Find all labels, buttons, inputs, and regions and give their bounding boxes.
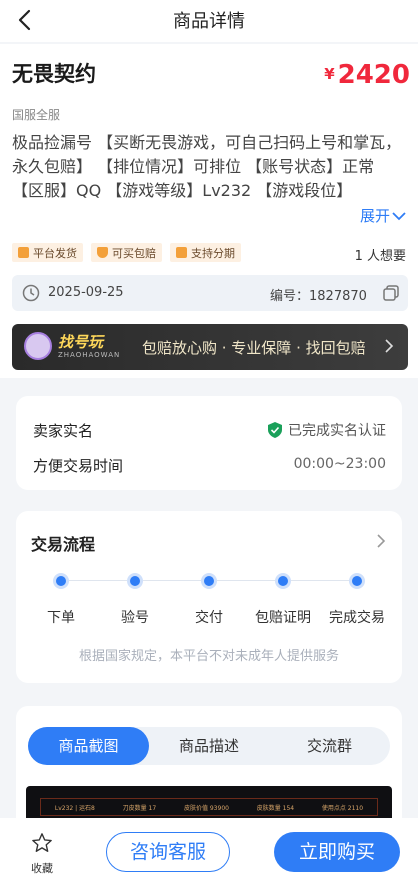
listing-info-bar: 2025-09-25 编号：1827870 — [12, 275, 408, 311]
trade-time-label: 方便交易时间 — [33, 457, 124, 475]
tag-platform-delivery: 平台发货 — [12, 243, 83, 262]
chevron-right-icon — [385, 339, 394, 353]
step-connector — [69, 580, 127, 581]
banner-slogan: 包赔放心购 · 专业保障 · 找回包赔 — [142, 339, 366, 357]
product-title: 无畏契约 — [12, 62, 96, 86]
step-dot — [201, 573, 217, 589]
nav-bar: 商品详情 — [0, 0, 418, 42]
step-dot — [275, 573, 291, 589]
heart-badge-icon — [18, 247, 29, 258]
verified-shield-icon — [268, 422, 282, 438]
step-label: 验号 — [121, 610, 149, 626]
banner-brand: 找号玩 — [58, 333, 104, 351]
tag-installment: 支持分期 — [170, 243, 241, 262]
mascot-logo-icon — [24, 332, 52, 360]
step-connector — [143, 580, 201, 581]
page-title: 商品详情 — [173, 11, 245, 32]
product-description: 极品捡漏号 【买断无畏游戏，可自己扫码上号和掌瓦，永久包赔】 【排位情况】可排位… — [12, 133, 402, 200]
guarantee-banner[interactable]: 找号玩 ZHAOHAOWAN 包赔放心购 · 专业保障 · 找回包赔 — [12, 324, 408, 370]
buy-now-button[interactable]: 立即购买 — [274, 832, 400, 872]
step-connector — [217, 580, 275, 581]
clock-icon — [22, 284, 40, 302]
listing-code: 编号：1827870 — [270, 289, 367, 304]
seller-card: 卖家实名 已完成实名认证 方便交易时间 00:00~23:00 — [16, 396, 402, 490]
product-price: ¥2420 — [324, 60, 410, 90]
favorite-label: 收藏 — [31, 862, 53, 875]
verification-status: 已完成实名认证 — [268, 420, 386, 440]
tab-description[interactable]: 商品描述 — [149, 727, 269, 765]
chevron-right-icon[interactable] — [376, 533, 386, 549]
feature-tags: 平台发货 可买包赔 支持分期 — [12, 243, 241, 262]
step-label: 完成交易 — [329, 610, 385, 626]
step-label: 交付 — [195, 610, 223, 626]
want-count: 1 人想要 — [354, 249, 406, 264]
trade-time-value: 00:00~23:00 — [293, 456, 386, 472]
step-connector — [291, 580, 349, 581]
trade-process-card: 交易流程 下单 验号 交付 包赔证明 完成交易 根据国家规定，本平台不对未成年人… — [16, 511, 402, 683]
tab-screenshots[interactable]: 商品截图 — [28, 727, 149, 765]
process-title: 交易流程 — [31, 535, 96, 554]
card-icon — [176, 247, 187, 258]
step-dot — [127, 573, 143, 589]
step-dot — [53, 573, 69, 589]
tab-group[interactable]: 交流群 — [269, 727, 390, 765]
expand-button[interactable]: 展开 — [360, 205, 406, 226]
star-icon — [32, 833, 52, 852]
tab-bar: 商品截图 商品描述 交流群 — [28, 727, 390, 765]
product-region: 国服全服 — [12, 108, 61, 122]
shield-icon — [97, 247, 108, 258]
banner-brand-sub: ZHAOHAOWAN — [58, 351, 121, 359]
bottom-action-bar: 收藏 咨询客服 立即购买 — [0, 818, 418, 875]
price-value: 2420 — [337, 60, 410, 90]
age-notice: 根据国家规定，本平台不对未成年人提供服务 — [78, 649, 339, 664]
step-label: 包赔证明 — [255, 610, 311, 626]
expand-label: 展开 — [359, 207, 390, 225]
favorite-button[interactable]: 收藏 — [28, 832, 56, 875]
chevron-down-icon — [392, 211, 406, 220]
screenshot-stats-bar: Lv232 | 运石8 刀皮数量 17 皮肤价值 93900 皮肤数量 154 … — [40, 798, 378, 816]
copy-icon[interactable] — [382, 284, 400, 302]
seller-name-label: 卖家实名 — [33, 422, 94, 440]
step-dot — [349, 573, 365, 589]
details-tabs-card: 商品截图 商品描述 交流群 Lv232 | 运石8 刀皮数量 17 皮肤价值 9… — [16, 706, 402, 836]
consult-service-button[interactable]: 咨询客服 — [106, 832, 230, 872]
listing-date: 2025-09-25 — [48, 285, 124, 300]
step-label: 下单 — [47, 610, 75, 626]
currency-symbol: ¥ — [324, 65, 335, 83]
tag-compensation: 可买包赔 — [91, 243, 162, 262]
